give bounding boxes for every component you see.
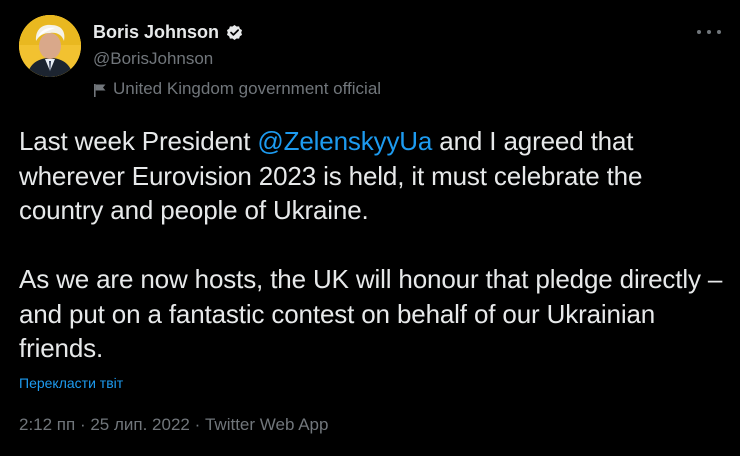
author-handle[interactable]: @BorisJohnson [93, 48, 213, 70]
avatar-portrait-icon [19, 15, 81, 77]
affiliation-text: United Kingdom government official [113, 79, 382, 98]
author-display-name[interactable]: Boris Johnson [93, 21, 219, 43]
mention-link[interactable]: @ZelenskyyUa [257, 126, 432, 156]
meta-separator: · [189, 415, 205, 434]
more-options-icon[interactable] [697, 22, 721, 42]
tweet-time[interactable]: 2:12 пп [19, 415, 75, 434]
tweet-text: Last week President @ZelenskyyUa and I a… [19, 124, 731, 366]
tweet-paragraph-1: Last week President @ZelenskyyUa and I a… [19, 124, 731, 228]
author-name-row: Boris Johnson [93, 21, 244, 43]
affiliation-label: United Kingdom government official [93, 78, 381, 100]
more-dot [707, 30, 711, 34]
tweet-date[interactable]: 25 лип. 2022 [90, 415, 190, 434]
tweet-metadata: 2:12 пп · 25 лип. 2022 · Twitter Web App [19, 414, 328, 436]
flag-icon [93, 82, 107, 97]
translate-tweet-link[interactable]: Перекласти твіт [19, 374, 123, 392]
tweet-paragraph-2: As we are now hosts, the UK will honour … [19, 264, 723, 363]
tweet-card: Boris Johnson @BorisJohnson United Kingd… [0, 0, 740, 456]
tweet-source[interactable]: Twitter Web App [205, 415, 328, 434]
more-dot [717, 30, 721, 34]
verified-badge-icon [225, 23, 244, 42]
author-avatar[interactable] [19, 15, 81, 77]
meta-separator: · [75, 415, 91, 434]
tweet-text-segment: Last week President [19, 126, 258, 156]
more-dot [697, 30, 701, 34]
